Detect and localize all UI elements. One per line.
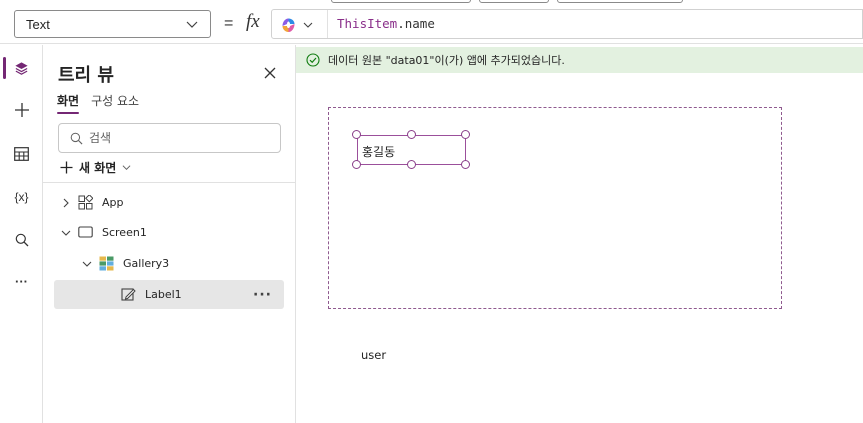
tree-node-label1[interactable]: Label1 ··· (54, 280, 284, 309)
tab-screens[interactable]: 화면 (57, 92, 80, 114)
notification-text: 데이터 원본 "data01"이(가) 앱에 추가되었습니다. (328, 54, 565, 67)
more-options-icon[interactable]: ··· (253, 287, 272, 303)
label1-text: 홍길동 (362, 145, 396, 159)
chevron-right-icon[interactable] (60, 197, 72, 209)
copilot-button[interactable] (280, 15, 320, 35)
equals-sign: = (224, 15, 234, 32)
resize-handle[interactable] (461, 160, 470, 169)
new-screen-label: 새 화면 (79, 161, 117, 175)
tree-tabs: 화면 구성 요소 (57, 92, 139, 114)
rail-data[interactable] (0, 136, 43, 172)
rail-more[interactable]: ··· (0, 263, 43, 299)
rail-insert[interactable] (0, 92, 43, 128)
formula-property: name (404, 16, 435, 31)
chevron-down-icon (122, 165, 131, 171)
tree-node-label: Screen1 (102, 226, 147, 239)
property-dropdown[interactable]: Text (14, 10, 211, 38)
layers-icon (15, 61, 28, 75)
plus-icon (60, 161, 73, 174)
check-circle-icon (306, 53, 320, 67)
tree-node-app[interactable]: App (54, 188, 284, 217)
formula-input[interactable]: ThisItem.name (271, 9, 863, 39)
fx-icon[interactable]: fx (246, 11, 260, 33)
left-rail: {x} ··· (0, 45, 43, 423)
close-icon[interactable] (262, 65, 278, 81)
tree-search (58, 123, 281, 153)
resize-handle[interactable] (352, 160, 361, 169)
search-input[interactable] (89, 128, 269, 148)
search-icon (70, 132, 83, 145)
resize-handle[interactable] (407, 160, 416, 169)
tree-node-gallery3[interactable]: Gallery3 (54, 249, 284, 278)
more-icon: ··· (15, 273, 28, 289)
panel-title: 트리 뷰 (58, 65, 114, 86)
formula-dot: . (397, 16, 405, 31)
search-icon (15, 233, 28, 247)
screen-icon (78, 226, 93, 238)
canvas: 데이터 원본 "data01"이(가) 앱에 추가되었습니다. 홍길동 user (296, 45, 863, 423)
gallery-icon (99, 256, 114, 271)
tree-node-label: Gallery3 (123, 257, 170, 270)
toolbar-control-fragment[interactable] (557, 0, 683, 3)
rail-tree-view[interactable] (0, 50, 43, 86)
tree-node-label: App (102, 196, 124, 209)
notification-bar: 데이터 원본 "data01"이(가) 앱에 추가되었습니다. (296, 47, 863, 73)
toolbar-control-fragment[interactable] (479, 0, 549, 3)
tab-components[interactable]: 구성 요소 (91, 92, 139, 114)
resize-handle[interactable] (352, 130, 361, 139)
copilot-icon (282, 18, 295, 32)
chevron-down-icon (303, 22, 313, 28)
resize-handle[interactable] (407, 130, 416, 139)
app-icon (78, 195, 93, 210)
chevron-down-icon (186, 21, 198, 28)
label-icon (121, 288, 136, 301)
tree-node-screen1[interactable]: Screen1 (54, 218, 284, 247)
variables-icon: {x} (14, 190, 29, 204)
new-screen-button[interactable]: 새 화면 (60, 159, 131, 176)
canvas-text: user (361, 348, 387, 362)
toolbar-control-fragment[interactable] (331, 0, 471, 3)
formula-object: ThisItem (337, 16, 398, 31)
formula-text[interactable]: ThisItem.name (337, 16, 435, 31)
divider (327, 10, 328, 38)
property-dropdown-value: Text (26, 16, 50, 32)
formula-bar: Text = fx ThisItem.name (0, 6, 863, 44)
gallery3[interactable]: 홍길동 (328, 107, 782, 309)
rail-search[interactable] (0, 222, 43, 258)
chevron-down-icon[interactable] (60, 227, 72, 239)
chevron-down-icon[interactable] (81, 258, 93, 270)
tree-view-panel: 트리 뷰 화면 구성 요소 새 화면 App Screen1 (43, 45, 296, 423)
plus-icon (14, 103, 29, 117)
resize-handle[interactable] (461, 130, 470, 139)
divider (43, 182, 295, 183)
table-icon (14, 147, 29, 161)
rail-variables[interactable]: {x} (0, 179, 43, 215)
tree-node-label: Label1 (145, 288, 182, 301)
